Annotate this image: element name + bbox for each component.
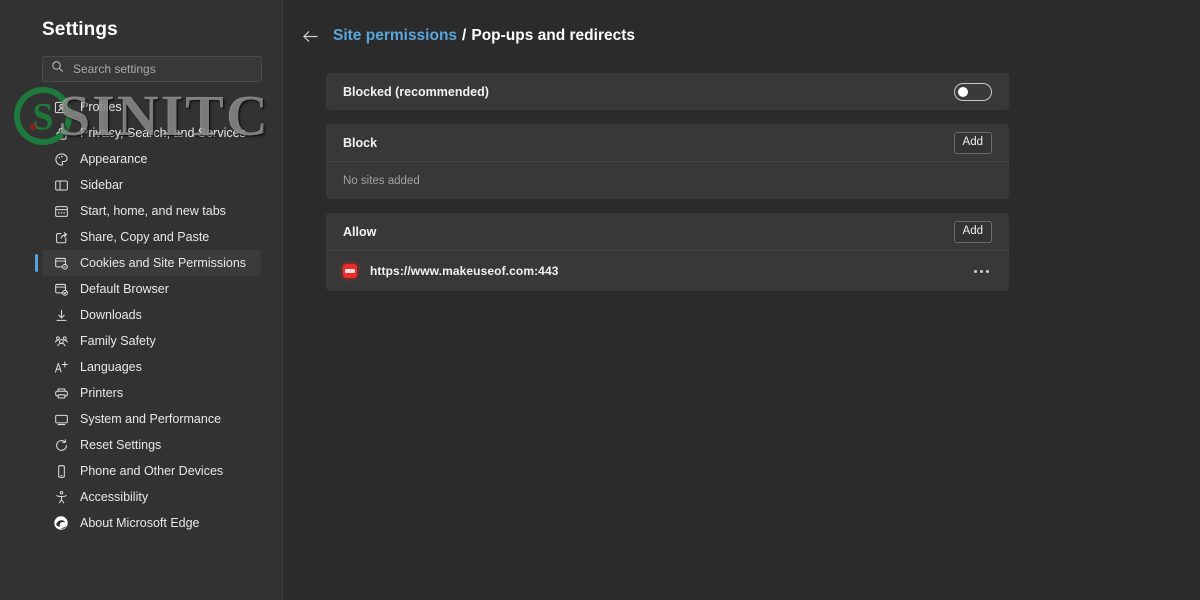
block-section-title: Block [343,135,378,150]
block-list-card: Block Add No sites added [326,124,1009,199]
reset-icon [52,436,70,454]
allow-list-card: Allow Add https://www.makeuseof.com:443 [326,213,1009,291]
sidebar-nav: Profiles Privacy, Search, and Services A… [0,94,282,536]
more-options-icon[interactable] [970,260,992,282]
sidebar-item-label: System and Performance [80,411,222,426]
settings-sidebar: Settings Profiles [0,0,283,600]
sidebar-item-label: Downloads [80,307,142,322]
sidebar-item-appearance[interactable]: Appearance [42,146,261,172]
dot [979,269,983,273]
sidebar-item-downloads[interactable]: Downloads [42,302,261,328]
palette-icon [52,150,70,168]
sidebar-item-label: Profiles [80,99,122,114]
blocked-recommended-card: Blocked (recommended) [326,73,1009,110]
block-empty-state: No sites added [343,174,420,187]
sidebar-item-privacy[interactable]: Privacy, Search, and Services [42,120,261,146]
blocked-recommended-label: Blocked (recommended) [343,84,489,99]
blocked-recommended-toggle[interactable] [954,82,992,101]
accessibility-icon [52,488,70,506]
breadcrumb-separator: / [462,27,467,44]
sidebar-item-start-home-tabs[interactable]: Start, home, and new tabs [42,198,261,224]
sidebar-item-printers[interactable]: Printers [42,380,261,406]
makeuseof-favicon [343,264,357,278]
share-icon [52,228,70,246]
sidebar-item-share-copy-paste[interactable]: Share, Copy and Paste [42,224,261,250]
sidebar-item-label: Reset Settings [80,437,162,452]
search-input[interactable] [64,57,253,81]
lock-icon [52,124,70,142]
sidebar-item-reset-settings[interactable]: Reset Settings [42,432,261,458]
edge-logo-icon [52,514,70,532]
back-arrow-icon[interactable] [299,25,321,47]
sidebar-item-profiles[interactable]: Profiles [42,94,261,120]
default-browser-icon [52,280,70,298]
search-icon [51,60,64,78]
sidebar-item-languages[interactable]: Languages [42,354,261,380]
printer-icon [52,384,70,402]
toggle-knob [958,86,968,97]
sidebar-item-system-and-performance[interactable]: System and Performance [42,406,261,432]
sidebar-item-family-safety[interactable]: Family Safety [42,328,261,354]
sidebar-item-label: Appearance [80,151,148,166]
allow-site-row[interactable]: https://www.makeuseof.com:443 [326,251,1009,291]
profile-icon [52,98,70,116]
main-content: Site permissions / Pop-ups and redirects… [283,0,1200,600]
languages-icon [52,358,70,376]
breadcrumb-current: Pop-ups and redirects [471,27,636,44]
sidebar-item-label: Share, Copy and Paste [80,229,210,244]
sidebar-item-label: Privacy, Search, and Services [80,125,246,140]
sidebar-item-label: Printers [80,385,124,400]
family-icon [52,332,70,350]
sidebar-item-accessibility[interactable]: Accessibility [42,484,261,510]
sidebar-item-default-browser[interactable]: Default Browser [42,276,261,302]
blocked-recommended-row: Blocked (recommended) [326,73,1009,110]
home-tabs-icon [52,202,70,220]
sidebar-item-label: Start, home, and new tabs [80,203,226,218]
allow-header-row: Allow Add [326,213,1009,250]
phone-icon [52,462,70,480]
breadcrumb-parent-link[interactable]: Site permissions [333,27,457,45]
sidebar-item-label: Family Safety [80,333,156,348]
allow-section-title: Allow [343,224,377,239]
sidebar-item-about-microsoft-edge[interactable]: About Microsoft Edge [42,510,261,536]
sidebar-item-label: Default Browser [80,281,169,296]
sidebar-item-label: Cookies and Site Permissions [80,255,247,270]
breadcrumb: Site permissions / Pop-ups and redirects [283,22,1200,50]
page-title: Settings [42,19,118,40]
sidebar-item-cookies-and-site-permissions[interactable]: Cookies and Site Permissions [35,250,261,276]
settings-page: Settings Profiles [0,0,1200,600]
sidebar-item-label: About Microsoft Edge [80,515,200,530]
sidebar-icon [52,176,70,194]
dot [985,269,989,273]
sidebar-item-label: Sidebar [80,177,124,192]
monitor-icon [52,410,70,428]
sidebar-item-label: Languages [80,359,142,374]
dot [973,269,977,273]
sidebar-item-label: Accessibility [80,489,149,504]
block-add-button[interactable]: Add [953,131,992,154]
permission-cards: Blocked (recommended) Block Add No sites… [283,73,1009,291]
cookies-icon [52,254,70,272]
allow-add-button[interactable]: Add [953,220,992,243]
download-icon [52,306,70,324]
sidebar-item-phone-and-other-devices[interactable]: Phone and Other Devices [42,458,261,484]
search-settings-box[interactable] [42,56,262,82]
block-header-row: Block Add [326,124,1009,161]
sidebar-item-label: Phone and Other Devices [80,463,224,478]
allow-site-url: https://www.makeuseof.com:443 [370,264,559,278]
sidebar-item-sidebar[interactable]: Sidebar [42,172,261,198]
